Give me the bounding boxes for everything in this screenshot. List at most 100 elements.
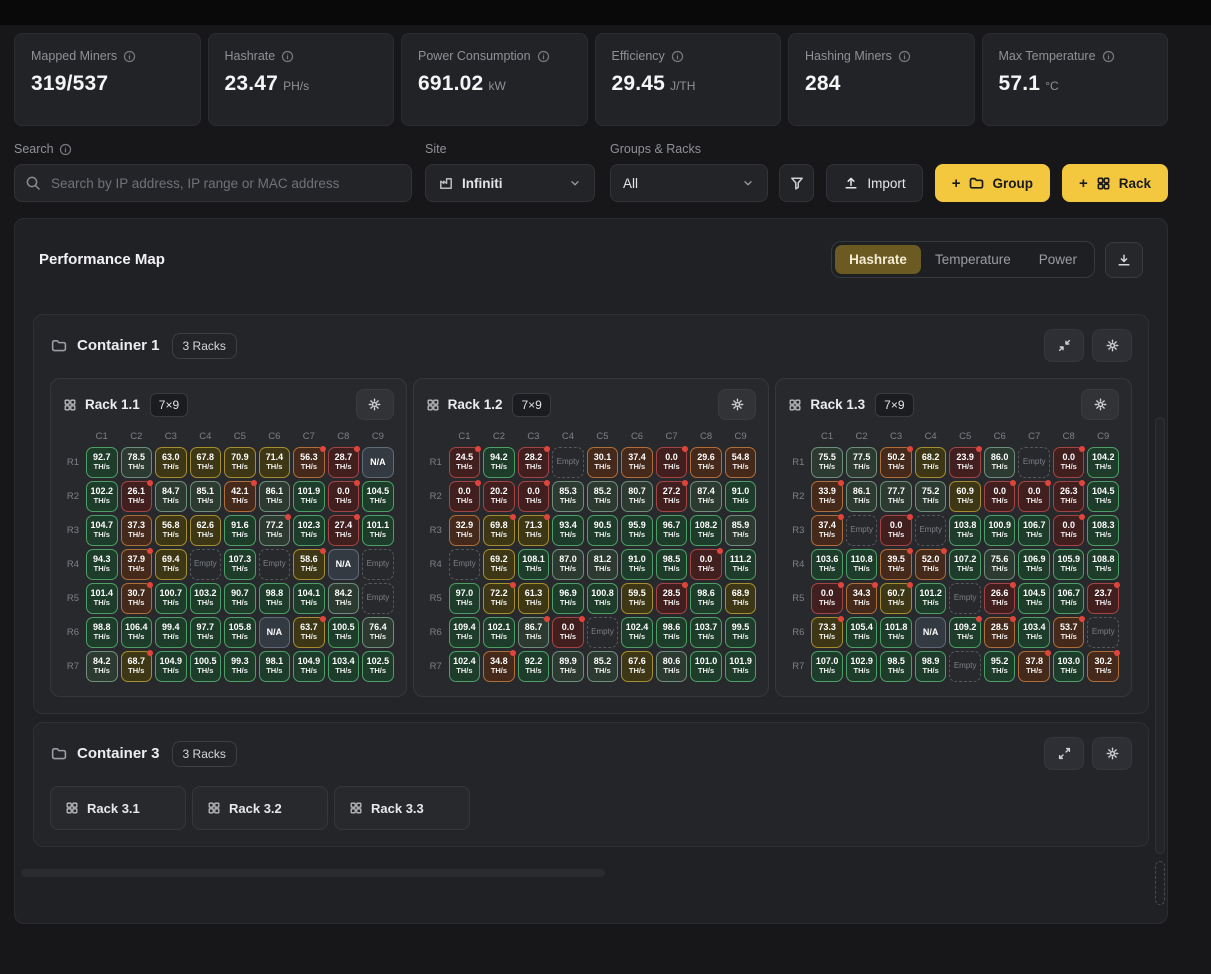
empty-slot-cell[interactable]: Empty xyxy=(259,549,291,580)
miner-cell[interactable]: 104.2TH/s xyxy=(1087,447,1119,478)
miner-cell[interactable]: 89.9TH/s xyxy=(552,651,584,682)
miner-cell[interactable]: 84.2TH/s xyxy=(86,651,118,682)
rack-settings-button[interactable] xyxy=(718,389,756,420)
miner-cell[interactable]: 101.9TH/s xyxy=(725,651,757,682)
empty-slot-cell[interactable]: Empty xyxy=(846,515,878,546)
filter-button[interactable] xyxy=(779,164,814,202)
add-group-button[interactable]: + Group xyxy=(935,164,1050,202)
na-miner-cell[interactable]: N/A xyxy=(328,549,360,580)
tab-temperature[interactable]: Temperature xyxy=(921,245,1025,274)
miner-cell[interactable]: 97.7TH/s xyxy=(190,617,222,648)
expand-container-button[interactable] xyxy=(1044,737,1084,770)
miner-cell[interactable]: 108.3TH/s xyxy=(1087,515,1119,546)
miner-cell[interactable]: 23.7TH/s xyxy=(1087,583,1119,614)
miner-cell[interactable]: 101.1TH/s xyxy=(362,515,394,546)
miner-cell[interactable]: 68.2TH/s xyxy=(915,447,947,478)
miner-cell[interactable]: 87.4TH/s xyxy=(690,481,722,512)
miner-cell[interactable]: 0.0TH/s xyxy=(518,481,550,512)
miner-cell[interactable]: 98.9TH/s xyxy=(915,651,947,682)
miner-cell[interactable]: 0.0TH/s xyxy=(328,481,360,512)
miner-cell[interactable]: 27.4TH/s xyxy=(328,515,360,546)
download-button[interactable] xyxy=(1105,242,1143,278)
miner-cell[interactable]: 59.5TH/s xyxy=(621,583,653,614)
miner-cell[interactable]: 101.2TH/s xyxy=(915,583,947,614)
collapsed-rack-button[interactable]: Rack 3.1 xyxy=(50,786,186,830)
miner-cell[interactable]: 56.8TH/s xyxy=(155,515,187,546)
miner-cell[interactable]: 73.3TH/s xyxy=(811,617,843,648)
miner-cell[interactable]: 81.2TH/s xyxy=(587,549,619,580)
miner-cell[interactable]: 30.7TH/s xyxy=(121,583,153,614)
miner-cell[interactable]: 75.6TH/s xyxy=(984,549,1016,580)
miner-cell[interactable]: 109.2TH/s xyxy=(949,617,981,648)
miner-cell[interactable]: 52.0TH/s xyxy=(915,549,947,580)
miner-cell[interactable]: 85.9TH/s xyxy=(725,515,757,546)
miner-cell[interactable]: 101.4TH/s xyxy=(86,583,118,614)
miner-cell[interactable]: 98.5TH/s xyxy=(656,549,688,580)
miner-cell[interactable]: 78.5TH/s xyxy=(121,447,153,478)
miner-cell[interactable]: 0.0TH/s xyxy=(690,549,722,580)
miner-cell[interactable]: 94.2TH/s xyxy=(483,447,515,478)
tab-hashrate[interactable]: Hashrate xyxy=(835,245,921,274)
miner-cell[interactable]: 72.2TH/s xyxy=(483,583,515,614)
info-icon[interactable] xyxy=(898,50,911,63)
miner-cell[interactable]: 86.1TH/s xyxy=(259,481,291,512)
miner-cell[interactable]: 86.7TH/s xyxy=(518,617,550,648)
na-miner-cell[interactable]: N/A xyxy=(915,617,947,648)
miner-cell[interactable]: 69.4TH/s xyxy=(155,549,187,580)
miner-cell[interactable]: 86.1TH/s xyxy=(846,481,878,512)
miner-cell[interactable]: 100.7TH/s xyxy=(155,583,187,614)
miner-cell[interactable]: 0.0TH/s xyxy=(1018,481,1050,512)
container-settings-button[interactable] xyxy=(1092,329,1132,362)
miner-cell[interactable]: 0.0TH/s xyxy=(880,515,912,546)
miner-cell[interactable]: 63.0TH/s xyxy=(155,447,187,478)
empty-slot-cell[interactable]: Empty xyxy=(949,651,981,682)
miner-cell[interactable]: 68.7TH/s xyxy=(121,651,153,682)
miner-cell[interactable]: 76.4TH/s xyxy=(362,617,394,648)
miner-cell[interactable]: 108.2TH/s xyxy=(690,515,722,546)
info-icon[interactable] xyxy=(537,50,550,63)
miner-cell[interactable]: 96.9TH/s xyxy=(552,583,584,614)
miner-cell[interactable]: 99.4TH/s xyxy=(155,617,187,648)
miner-cell[interactable]: 58.6TH/s xyxy=(293,549,325,580)
miner-cell[interactable]: 104.9TH/s xyxy=(155,651,187,682)
empty-slot-cell[interactable]: Empty xyxy=(362,583,394,614)
miner-cell[interactable]: 28.2TH/s xyxy=(518,447,550,478)
na-miner-cell[interactable]: N/A xyxy=(362,447,394,478)
miner-cell[interactable]: 108.1TH/s xyxy=(518,549,550,580)
miner-cell[interactable]: 86.0TH/s xyxy=(984,447,1016,478)
miner-cell[interactable]: 60.9TH/s xyxy=(949,481,981,512)
info-icon[interactable] xyxy=(59,143,72,156)
empty-slot-cell[interactable]: Empty xyxy=(449,549,481,580)
miner-cell[interactable]: 105.4TH/s xyxy=(846,617,878,648)
miner-cell[interactable]: 103.8TH/s xyxy=(949,515,981,546)
miner-cell[interactable]: 103.4TH/s xyxy=(328,651,360,682)
miner-cell[interactable]: 80.7TH/s xyxy=(621,481,653,512)
miner-cell[interactable]: 0.0TH/s xyxy=(984,481,1016,512)
miner-cell[interactable]: 23.9TH/s xyxy=(949,447,981,478)
miner-cell[interactable]: 0.0TH/s xyxy=(449,481,481,512)
miner-cell[interactable]: 103.0TH/s xyxy=(1053,651,1085,682)
site-select[interactable]: Infiniti xyxy=(425,164,595,202)
miner-cell[interactable]: 90.7TH/s xyxy=(224,583,256,614)
miner-cell[interactable]: 106.4TH/s xyxy=(121,617,153,648)
miner-cell[interactable]: 26.6TH/s xyxy=(984,583,1016,614)
miner-cell[interactable]: 98.5TH/s xyxy=(880,651,912,682)
miner-cell[interactable]: 0.0TH/s xyxy=(1053,447,1085,478)
empty-slot-cell[interactable]: Empty xyxy=(587,617,619,648)
miner-cell[interactable]: 104.5TH/s xyxy=(1087,481,1119,512)
miner-cell[interactable]: 99.5TH/s xyxy=(725,617,757,648)
rack-settings-button[interactable] xyxy=(356,389,394,420)
miner-cell[interactable]: 77.5TH/s xyxy=(846,447,878,478)
groups-racks-select[interactable]: All xyxy=(610,164,768,202)
miner-cell[interactable]: 34.3TH/s xyxy=(846,583,878,614)
miner-cell[interactable]: 91.6TH/s xyxy=(224,515,256,546)
miner-cell[interactable]: 98.6TH/s xyxy=(690,583,722,614)
miner-cell[interactable]: 34.8TH/s xyxy=(483,651,515,682)
add-rack-button[interactable]: + Rack xyxy=(1062,164,1168,202)
miner-cell[interactable]: 99.3TH/s xyxy=(224,651,256,682)
miner-cell[interactable]: 91.0TH/s xyxy=(725,481,757,512)
miner-cell[interactable]: 26.1TH/s xyxy=(121,481,153,512)
miner-cell[interactable]: 102.1TH/s xyxy=(483,617,515,648)
miner-cell[interactable]: 105.9TH/s xyxy=(1053,549,1085,580)
miner-cell[interactable]: 54.8TH/s xyxy=(725,447,757,478)
